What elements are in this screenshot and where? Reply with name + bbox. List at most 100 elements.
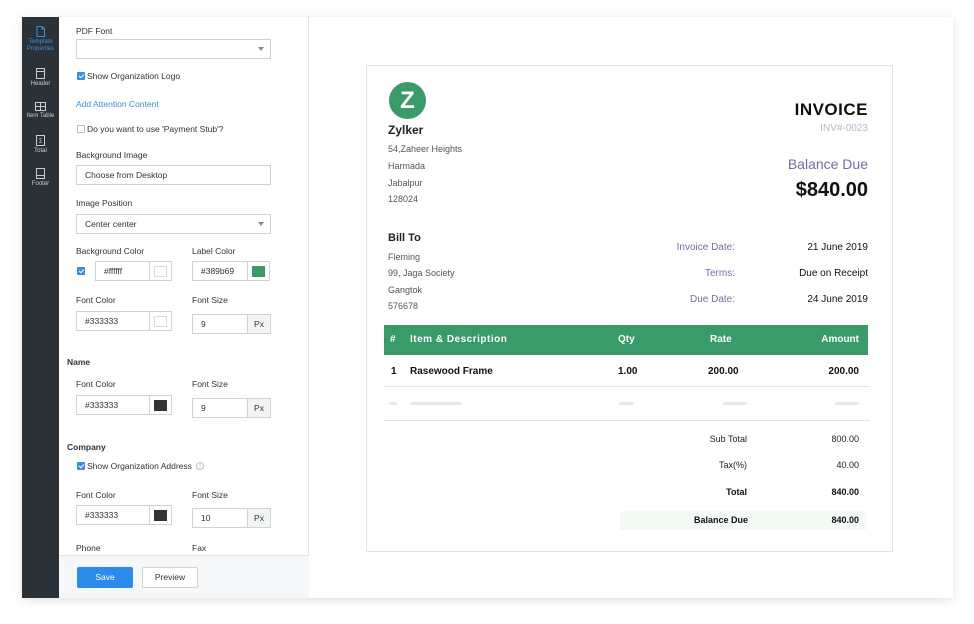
name-font-size-label: Font Size (192, 379, 228, 389)
company-address-line: Jabalpur (388, 178, 423, 188)
company-font-color-input[interactable]: #333333 (76, 505, 150, 525)
company-font-size-input[interactable]: 10 (192, 508, 248, 528)
invoice-number: INV#-0023 (820, 123, 868, 134)
label-color-input[interactable]: #389b69 (192, 261, 248, 281)
item-table-header: # Item & Description Qty Rate Amount (384, 325, 868, 355)
properties-panel: PDF Font Show Organization Logo Add Atte… (59, 17, 309, 598)
company-font-size-unit: Px (247, 508, 271, 528)
pdf-font-label: PDF Font (76, 26, 113, 36)
add-attention-link[interactable]: Add Attention Content (76, 99, 159, 109)
name-font-size-unit: Px (247, 398, 271, 418)
company-address-line: 128024 (388, 194, 419, 204)
row-rate: 200.00 (708, 366, 739, 377)
bill-to-line: Gangtok (388, 285, 423, 295)
col-header-rate: Rate (710, 334, 732, 345)
placeholder-bar (835, 402, 859, 405)
col-header-amount: Amount (821, 334, 859, 345)
background-image-label: Background Image (76, 150, 148, 160)
rail-item-item-table[interactable]: Item Table (22, 102, 59, 120)
show-org-logo-checkbox[interactable] (77, 72, 85, 80)
total-label: Total (726, 487, 747, 497)
payment-stub-checkbox[interactable] (77, 125, 85, 133)
chevron-down-icon (258, 222, 264, 226)
due-date-label: Due Date: (689, 294, 735, 305)
background-color-input[interactable]: #ffffff (95, 261, 150, 281)
document-icon (22, 26, 59, 37)
font-color-swatch[interactable] (149, 311, 172, 331)
chevron-down-icon (258, 47, 264, 51)
col-header-item: Item & Description (410, 334, 508, 345)
name-font-size-input[interactable]: 9 (192, 398, 248, 418)
svg-text:Σ: Σ (39, 138, 43, 145)
font-size-input[interactable]: 9 (192, 314, 248, 334)
image-position-select[interactable]: Center center (76, 214, 271, 234)
total-value: 840.00 (831, 487, 859, 497)
name-section-title: Name (67, 357, 91, 367)
sub-total-label: Sub Total (709, 434, 747, 444)
row-amount: 200.00 (828, 366, 859, 377)
image-position-value: Center center (85, 219, 137, 229)
company-section-title: Company (67, 442, 106, 452)
name-font-color-label: Font Color (76, 379, 116, 389)
background-color-checkbox[interactable] (77, 267, 85, 275)
rail-label: Item Table (26, 113, 55, 119)
label-color-swatch[interactable] (247, 261, 270, 281)
invoice-title: INVOICE (794, 100, 868, 119)
placeholder-bar (389, 402, 397, 405)
tax-value: 40.00 (836, 460, 859, 470)
company-address-line: 54,Zaheer Heights (388, 144, 463, 154)
rail-item-footer[interactable]: Footer (22, 168, 59, 188)
table-icon (22, 102, 59, 111)
balance-due-amount: $840.00 (795, 179, 868, 201)
col-header-number: # (390, 334, 396, 345)
bill-to-label: Bill To (388, 232, 421, 244)
invoice-date-value: 21 June 2019 (807, 242, 868, 253)
info-icon[interactable]: i (196, 462, 204, 470)
font-color-label: Font Color (76, 295, 116, 305)
invoice-preview-area: Z Zylker 54,Zaheer Heights Harmada Jabal… (310, 17, 953, 598)
background-color-label: Background Color (76, 246, 145, 256)
rail-item-header[interactable]: Header (22, 68, 59, 88)
bill-to-line: 99, Jaga Society (388, 268, 455, 278)
panel-action-bar: Save Preview (59, 555, 309, 598)
due-date-value: 24 June 2019 (807, 294, 868, 305)
pdf-font-select[interactable] (76, 39, 271, 59)
row-number: 1 (391, 366, 397, 377)
company-address-line: Harmada (388, 161, 426, 171)
background-color-swatch[interactable] (149, 261, 172, 281)
preview-button[interactable]: Preview (142, 567, 198, 588)
template-editor-window: Template Properties Header Item Table Σ … (22, 17, 953, 598)
header-icon (22, 68, 59, 79)
rail-label: Template (28, 39, 53, 45)
company-font-color-swatch[interactable] (149, 505, 172, 525)
rail-label: Header (30, 81, 51, 87)
show-org-address-checkbox[interactable] (77, 462, 85, 470)
balance-due-row-value: 840.00 (831, 515, 859, 525)
terms-label: Terms: (705, 268, 735, 279)
rail-label: Footer (31, 181, 50, 187)
save-button[interactable]: Save (77, 567, 133, 588)
payment-stub-label: Do you want to use 'Payment Stub'? (87, 124, 224, 134)
invoice-date-label: Invoice Date: (676, 242, 735, 253)
company-name: Zylker (388, 123, 424, 137)
company-font-color-label: Font Color (76, 490, 116, 500)
font-color-input[interactable]: #333333 (76, 311, 150, 331)
sub-total-value: 800.00 (831, 434, 859, 444)
font-size-unit: Px (247, 314, 271, 334)
name-font-color-swatch[interactable] (149, 395, 172, 415)
label-color-label: Label Color (192, 246, 236, 256)
show-org-logo-label: Show Organization Logo (87, 71, 181, 81)
table-row: 1 Rasewood Frame 1.00 200.00 200.00 (384, 355, 870, 387)
rail-item-total[interactable]: Σ Total (22, 135, 59, 155)
rail-label: Total (34, 148, 47, 154)
choose-from-desktop-button[interactable]: Choose from Desktop (76, 165, 271, 185)
invoice-sheet: Z Zylker 54,Zaheer Heights Harmada Jabal… (366, 65, 893, 552)
company-font-size-label: Font Size (192, 490, 228, 500)
balance-due-label: Balance Due (787, 156, 868, 172)
balance-due-row-label: Balance Due (693, 515, 748, 525)
rail-label: Properties (26, 46, 55, 52)
placeholder-bar (723, 402, 747, 405)
name-font-color-input[interactable]: #333333 (76, 395, 150, 415)
rail-item-template-properties[interactable]: Template Properties (22, 26, 59, 53)
section-rail: Template Properties Header Item Table Σ … (22, 17, 59, 598)
